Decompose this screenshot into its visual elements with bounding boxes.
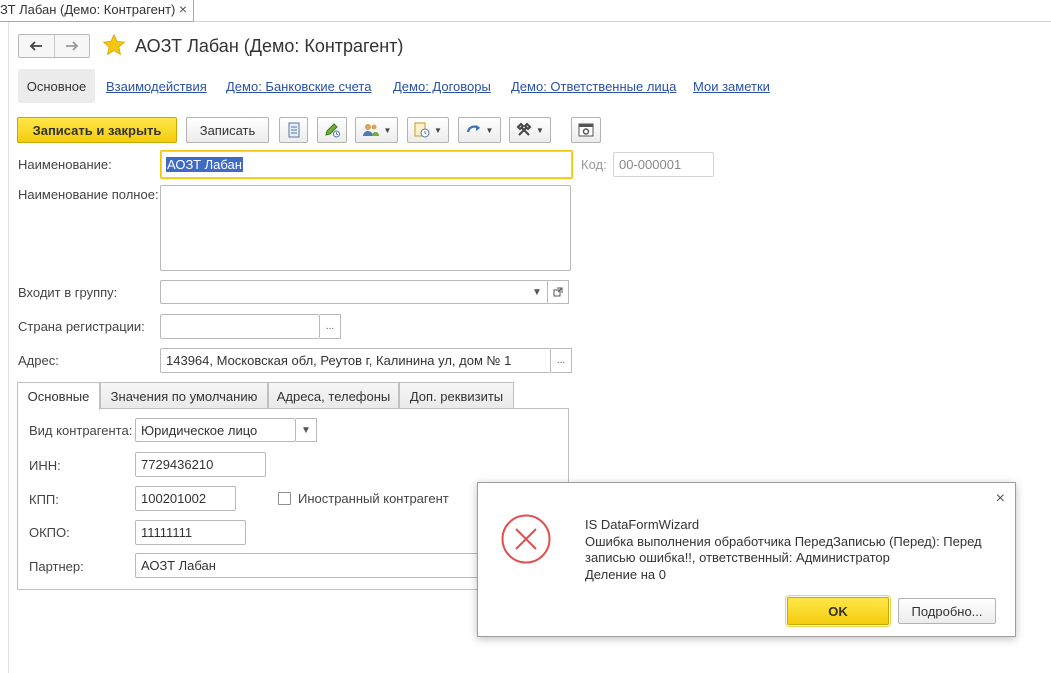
section-link-contracts[interactable]: Демо: Договоры (393, 79, 491, 94)
country-label: Страна регистрации: (18, 319, 145, 334)
arrow-right-icon (65, 41, 79, 51)
section-link-bank-accounts[interactable]: Демо: Банковские счета (226, 79, 371, 94)
users-menu-button[interactable]: ▼ (355, 117, 398, 143)
save-and-close-button[interactable]: Записать и закрыть (17, 117, 177, 143)
name-value: АОЗТ Лабан (166, 157, 243, 172)
full-name-textarea[interactable] (160, 185, 571, 271)
group-input[interactable] (160, 280, 548, 304)
okpo-label: ОКПО: (29, 525, 70, 540)
country-input[interactable] (160, 314, 320, 339)
section-link-responsible[interactable]: Демо: Ответственные лица (511, 79, 676, 94)
address-input[interactable]: 143964, Московская обл, Реутов г, Калини… (160, 348, 551, 373)
edit-button[interactable] (317, 117, 347, 143)
chevron-down-icon: ▼ (434, 125, 442, 135)
country-select-button[interactable]: ... (320, 314, 341, 339)
window-tab-close-icon[interactable]: × (179, 1, 187, 17)
inn-input[interactable]: 7729436210 (135, 452, 266, 477)
chevron-down-icon: ▼ (532, 286, 542, 298)
error-text-line-3: Деление на 0 (585, 566, 666, 582)
window-tab[interactable]: ЗТ Лабан (Демо: Контрагент) × (0, 0, 194, 22)
section-main[interactable]: Основное (18, 69, 95, 103)
open-window-icon (553, 287, 563, 297)
name-input[interactable]: АОЗТ Лабан (160, 150, 573, 179)
address-label: Адрес: (18, 353, 59, 368)
chevron-down-icon: ▼ (536, 125, 544, 135)
error-icon (501, 514, 551, 564)
report-clock-icon (414, 122, 430, 138)
ok-button[interactable]: OK (785, 595, 891, 627)
inn-label: ИНН: (29, 458, 61, 473)
chevron-down-icon: ▼ (301, 424, 311, 436)
tab-addresses[interactable]: Адреса, телефоны (268, 382, 399, 409)
error-text-line-2: записью ошибка!!, ответственный: Админис… (585, 550, 890, 565)
document-button[interactable] (279, 117, 308, 143)
foreign-checkbox[interactable] (278, 492, 291, 505)
chevron-down-icon: ▼ (383, 125, 392, 135)
window-settings-icon (578, 123, 594, 137)
kpp-input[interactable]: 100201002 (135, 486, 236, 511)
error-dialog: × IS DataFormWizard Ошибка выполнения об… (477, 482, 1016, 637)
name-label: Наименование: (18, 157, 112, 172)
forward-button[interactable] (53, 35, 89, 57)
goto-menu-button[interactable]: ▼ (458, 117, 501, 143)
reports-menu-button[interactable]: ▼ (407, 117, 449, 143)
error-source: IS DataFormWizard (585, 517, 700, 532)
code-field[interactable]: 00-000001 (613, 152, 714, 177)
tools-menu-button[interactable]: ▼ (509, 117, 551, 143)
pencil-icon (324, 123, 340, 138)
kind-dropdown-button[interactable]: ▼ (296, 418, 317, 442)
kpp-label: КПП: (29, 492, 59, 507)
group-dropdown-button[interactable]: ▼ (527, 280, 548, 304)
full-name-label: Наименование полное: (18, 187, 159, 202)
tab-defaults[interactable]: Значения по умолчанию (100, 382, 268, 409)
error-message: IS DataFormWizard Ошибка выполнения обра… (585, 517, 995, 583)
left-border (8, 22, 9, 673)
tabstrip-divider (194, 21, 1051, 22)
foreign-label: Иностранный контрагент (298, 491, 449, 506)
okpo-input[interactable]: 11111111 (135, 520, 246, 545)
history-nav (18, 34, 90, 58)
code-label: Код: (581, 157, 607, 172)
chevron-down-icon: ▼ (485, 125, 494, 135)
redirect-arrow-icon (466, 125, 480, 133)
error-text-line-1: Ошибка выполнения обработчика ПередЗапис… (585, 533, 982, 549)
page-title: АОЗТ Лабан (Демо: Контрагент) (135, 36, 404, 56)
kind-select[interactable]: Юридическое лицо (135, 418, 296, 442)
address-select-button[interactable]: ... (551, 348, 572, 373)
tools-icon (516, 122, 532, 136)
form-settings-button[interactable] (571, 117, 601, 143)
favorite-star-icon[interactable] (102, 33, 126, 57)
tab-extra-props[interactable]: Доп. реквизиты (399, 382, 514, 409)
save-button[interactable]: Записать (186, 117, 269, 143)
tab-main[interactable]: Основные (17, 382, 100, 410)
partner-label: Партнер: (29, 559, 84, 574)
back-button[interactable] (19, 35, 54, 57)
users-icon (362, 124, 379, 136)
close-icon[interactable]: × (996, 490, 1005, 508)
partner-input[interactable]: АОЗТ Лабан (135, 553, 535, 578)
arrow-left-icon (30, 41, 43, 51)
group-label: Входит в группу: (18, 285, 118, 300)
group-open-button[interactable] (548, 280, 569, 304)
document-list-icon (288, 122, 299, 138)
kind-label: Вид контрагента: (29, 423, 133, 438)
section-link-interactions[interactable]: Взаимодействия (106, 79, 207, 94)
details-button[interactable]: Подробно... (898, 598, 996, 624)
window-tab-title: ЗТ Лабан (Демо: Контрагент) (0, 2, 176, 17)
section-link-notes[interactable]: Мои заметки (693, 79, 770, 94)
